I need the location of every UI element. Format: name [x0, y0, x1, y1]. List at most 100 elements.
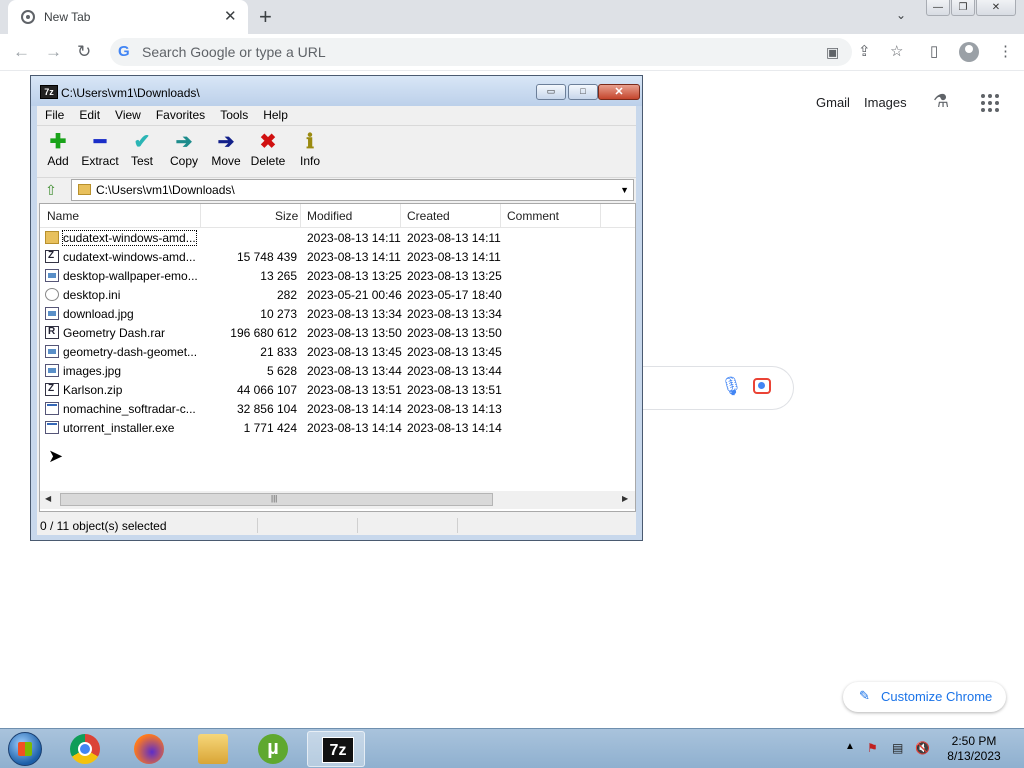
tab-close-icon[interactable]: ✕	[224, 7, 237, 27]
labs-icon[interactable]: ⚗	[933, 91, 949, 112]
move-button[interactable]: ➔ Move	[205, 130, 247, 168]
forward-icon[interactable]: →	[45, 42, 62, 62]
menu-help[interactable]: Help	[255, 106, 295, 124]
menu-view[interactable]: View	[107, 106, 148, 124]
file-modified: 2023-08-13 14:11	[307, 231, 401, 245]
file-row[interactable]: desktop-wallpaper-emo... 13 265 2023-08-13…	[40, 266, 635, 285]
voice-search-icon[interactable]: 🎙	[720, 376, 743, 397]
bookmark-star-icon[interactable]: ☆	[890, 43, 903, 61]
lens-search-icon[interactable]	[753, 378, 771, 394]
column-modified[interactable]: Modified	[307, 209, 352, 223]
blocked-content-icon[interactable]: ▣	[826, 44, 839, 60]
file-size: 44 066 107	[236, 383, 297, 397]
file-name: Karlson.zip	[63, 383, 123, 397]
address-bar: ⇧ C:\Users\vm1\Downloads\ ▼	[37, 178, 636, 202]
close-window-button[interactable]: ✕	[976, 0, 1016, 16]
menu-favorites[interactable]: Favorites	[148, 106, 212, 124]
file-name: cudatext-windows-amd...	[63, 250, 196, 264]
restore-button[interactable]: ❐	[951, 0, 975, 16]
taskbar-explorer[interactable]	[185, 731, 243, 767]
minimize-button[interactable]: —	[926, 0, 950, 16]
file-row[interactable]: Geometry Dash.rar 196 680 612 2023-08-13 1…	[40, 323, 635, 342]
horizontal-scrollbar[interactable]: ◀ ||| ▶	[40, 491, 635, 509]
copy-button[interactable]: ➔ Copy	[163, 130, 205, 168]
tab-title: New Tab	[44, 10, 91, 24]
file-row[interactable]: desktop.ini 282 2023-05-21 00:46 2023-05-17…	[40, 285, 635, 304]
system-clock[interactable]: 2:50 PM 8/13/2023	[940, 734, 1008, 764]
add-button[interactable]: ✚ Add	[37, 130, 79, 168]
start-button[interactable]	[8, 732, 42, 766]
column-created[interactable]: Created	[407, 209, 450, 223]
menu-edit[interactable]: Edit	[71, 106, 107, 124]
address-combo[interactable]: C:\Users\vm1\Downloads\ ▼	[71, 179, 634, 201]
file-created: 2023-05-17 18:40	[407, 288, 502, 302]
volume-muted-icon[interactable]: 🔇	[915, 741, 930, 755]
file-row[interactable]: nomachine_softradar-c... 32 856 104 2023-0…	[40, 399, 635, 418]
sevenzip-close-button[interactable]: ✕	[598, 84, 640, 100]
file-row[interactable]: utorrent_installer.exe 1 771 424 2023-08-1…	[40, 418, 635, 437]
column-size[interactable]: Size	[275, 209, 298, 223]
taskbar-chrome[interactable]	[57, 731, 115, 767]
menu-file[interactable]: File	[37, 106, 71, 124]
chrome-menu-icon[interactable]: ⋮	[998, 43, 1013, 61]
move-label: Move	[211, 154, 241, 168]
tab-new-tab[interactable]: New Tab ✕	[8, 0, 248, 34]
share-icon[interactable]: ⇪	[858, 43, 871, 61]
menu-tools[interactable]: Tools	[212, 106, 255, 124]
browser-toolbar: ← → ↻ G Search Google or type a URL ▣ ⇪ …	[0, 34, 1024, 71]
file-modified: 2023-08-13 13:34	[307, 307, 402, 321]
side-panel-icon[interactable]: ▯	[930, 43, 938, 61]
file-list-header: Name Size Modified Created Comment	[40, 204, 635, 228]
show-hidden-icons-arrow[interactable]: ▲	[845, 741, 855, 752]
scroll-right-icon[interactable]: ▶	[622, 494, 628, 503]
reload-icon[interactable]: ↻	[77, 42, 91, 62]
scroll-left-icon[interactable]: ◀	[45, 494, 51, 503]
gmail-link[interactable]: Gmail	[816, 95, 850, 110]
file-name: geometry-dash-geomet...	[63, 345, 198, 359]
images-link[interactable]: Images	[864, 95, 907, 110]
new-tab-button[interactable]: +	[259, 4, 272, 30]
customize-chrome-label: Customize Chrome	[881, 689, 993, 704]
archive-file-icon	[45, 250, 59, 263]
clock-time: 2:50 PM	[951, 734, 997, 748]
file-modified: 2023-08-13 13:44	[307, 364, 402, 378]
file-modified: 2023-08-13 13:25	[307, 269, 402, 283]
file-row[interactable]: cudatext-windows-amd... 15 748 439 2023-08…	[40, 247, 635, 266]
back-icon[interactable]: ←	[13, 42, 30, 62]
action-center-flag-icon[interactable]: ⚑	[867, 741, 881, 755]
archive-file-icon	[45, 383, 59, 396]
address-dropdown-icon[interactable]: ▼	[620, 185, 629, 195]
delete-button[interactable]: ✖ Delete	[247, 130, 289, 168]
column-comment[interactable]: Comment	[507, 209, 559, 223]
tab-search-icon[interactable]: ⌄	[896, 8, 906, 22]
profile-avatar-icon[interactable]	[959, 42, 979, 62]
file-row[interactable]: download.jpg 10 273 2023-08-13 13:34 2023-0…	[40, 304, 635, 323]
customize-chrome-button[interactable]: ✎ Customize Chrome	[843, 682, 1006, 712]
file-name: Geometry Dash.rar	[63, 326, 166, 340]
file-name: cudatext-windows-amd...	[62, 230, 197, 246]
file-size: 10 273	[260, 307, 297, 321]
column-name[interactable]: Name	[47, 209, 79, 223]
info-button[interactable]: ℹ Info	[289, 130, 331, 168]
omnibox[interactable]: G Search Google or type a URL ▣	[110, 38, 852, 66]
taskbar-firefox[interactable]	[121, 731, 179, 767]
google-apps-icon[interactable]	[981, 94, 999, 112]
file-row[interactable]: Karlson.zip 44 066 107 2023-08-13 13:51 202…	[40, 380, 635, 399]
scroll-thumb[interactable]: |||	[60, 493, 493, 506]
omnibox-placeholder: Search Google or type a URL	[142, 44, 326, 60]
sevenzip-minimize-button[interactable]: ▭	[536, 84, 566, 100]
file-modified: 2023-08-13 13:45	[307, 345, 402, 359]
sevenzip-maximize-button[interactable]: □	[568, 84, 598, 100]
folder-up-icon[interactable]: ⇧	[41, 180, 61, 200]
sevenzip-titlebar[interactable]: 7z C:\Users\vm1\Downloads\ ▭ □ ✕	[31, 76, 642, 106]
file-row[interactable]: cudatext-windows-amd... 2023-08-13 14:11 2…	[40, 228, 635, 247]
image-file-icon	[45, 364, 59, 377]
file-row[interactable]: images.jpg 5 628 2023-08-13 13:44 2023-08-1…	[40, 361, 635, 380]
extract-button[interactable]: ━ Extract	[79, 130, 121, 168]
taskbar-utorrent[interactable]: µ	[245, 731, 303, 767]
test-button[interactable]: ✔ Test	[121, 130, 163, 168]
image-file-icon	[45, 345, 59, 358]
network-icon[interactable]: ▤	[892, 741, 906, 755]
file-row[interactable]: geometry-dash-geomet... 21 833 2023-08-13 …	[40, 342, 635, 361]
taskbar-7zip[interactable]: 7z	[307, 731, 365, 767]
